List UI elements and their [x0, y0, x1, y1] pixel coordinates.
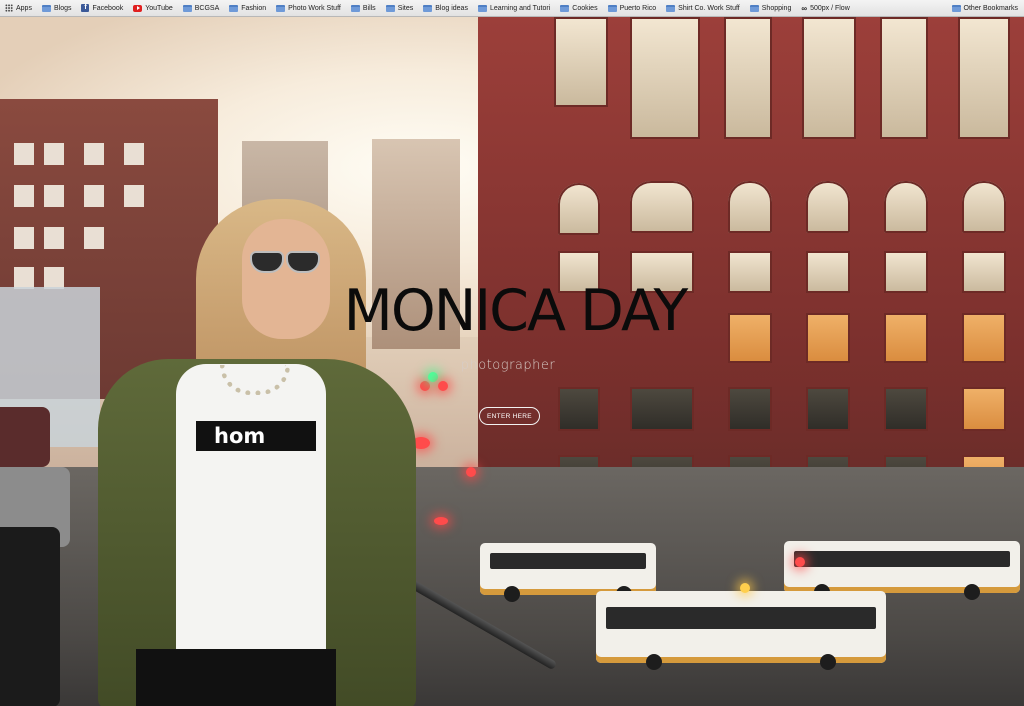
bookmark-bills[interactable]: Bills [346, 0, 381, 16]
bookmark-label: BCGSA [194, 4, 220, 12]
car-lights [434, 517, 448, 525]
bookmark-youtube[interactable]: YouTube [128, 0, 178, 16]
bookmark-label: Cookies [572, 4, 598, 12]
bookmark-label: Blogs [53, 4, 72, 12]
parked-car [0, 407, 50, 467]
bookmark-label: Blog ideas [435, 4, 468, 12]
folder-icon [350, 4, 360, 12]
bookmark-other[interactable]: Other Bookmarks [947, 0, 1024, 16]
bookmark-bcgsa[interactable]: BCGSA [178, 0, 225, 16]
bookmark-blog-ideas[interactable]: Blog ideas [418, 0, 473, 16]
bookmark-label: Learning and Tutori [489, 4, 551, 12]
bookmark-label: Photo Work Stuff [288, 4, 341, 12]
bookmark-fashion[interactable]: Fashion [224, 0, 271, 16]
site-subtitle: photographer [460, 358, 556, 373]
bookmark-label: 500px / Flow [810, 4, 850, 12]
folder-icon [276, 4, 286, 12]
folder-icon [951, 4, 961, 12]
bookmarks-bar: Apps Blogs f Facebook YouTube BCGSA Fashi… [0, 0, 1024, 17]
enter-button[interactable]: ENTER HERE [479, 407, 540, 425]
folder-icon [229, 4, 239, 12]
bookmark-sites[interactable]: Sites [381, 0, 419, 16]
site-title: MONICA DAY [343, 278, 689, 344]
bookmark-puerto-rico[interactable]: Puerto Rico [603, 0, 662, 16]
bookmark-facebook[interactable]: f Facebook [76, 0, 128, 16]
infinity-icon: ∞ [801, 3, 808, 13]
shirt [176, 364, 326, 664]
traffic-light [428, 372, 438, 382]
bookmark-label: Facebook [92, 4, 124, 12]
bookmark-blogs[interactable]: Blogs [37, 0, 77, 16]
bookmark-label: Other Bookmarks [963, 4, 1018, 12]
shirt-text: hom [214, 424, 266, 448]
bookmark-learning[interactable]: Learning and Tutori [473, 0, 555, 16]
folder-icon [385, 4, 395, 12]
youtube-icon [133, 4, 143, 12]
traffic-light [438, 381, 448, 391]
city-bus [596, 591, 886, 670]
folder-icon [41, 4, 51, 12]
bookmark-label: Sites [397, 4, 414, 12]
traffic-light [795, 557, 805, 567]
folder-icon [607, 4, 617, 12]
bookmark-shirt-co[interactable]: Shirt Co. Work Stuff [661, 0, 745, 16]
bookmark-label: Fashion [241, 4, 267, 12]
traffic-light [740, 583, 750, 593]
folder-icon [666, 4, 676, 12]
bookmark-apps[interactable]: Apps [0, 0, 37, 16]
person-photo: hom [96, 189, 426, 706]
facebook-icon: f [81, 4, 90, 12]
apps-grid-icon [5, 4, 13, 12]
parked-car [0, 527, 60, 706]
bookmark-photo-work-stuff[interactable]: Photo Work Stuff [271, 0, 346, 16]
folder-icon [560, 4, 570, 12]
sunglasses [246, 251, 324, 275]
pants [136, 649, 336, 706]
bookmark-label: Shirt Co. Work Stuff [678, 4, 740, 12]
bookmark-500px-flow[interactable]: ∞ 500px / Flow [796, 0, 854, 16]
traffic-light [466, 467, 476, 477]
folder-icon [423, 4, 433, 12]
bookmark-label: Shopping [761, 4, 792, 12]
folder-icon [182, 4, 192, 12]
bookmark-label: Bills [362, 4, 376, 12]
bookmark-label: Apps [16, 4, 32, 12]
bookmark-label: Puerto Rico [619, 4, 657, 12]
city-bus [784, 541, 1020, 600]
folder-icon [477, 4, 487, 12]
bookmark-shopping[interactable]: Shopping [745, 0, 797, 16]
city-bus [480, 543, 656, 602]
bookmark-cookies[interactable]: Cookies [555, 0, 602, 16]
bookmark-label: YouTube [145, 4, 173, 12]
folder-icon [749, 4, 759, 12]
